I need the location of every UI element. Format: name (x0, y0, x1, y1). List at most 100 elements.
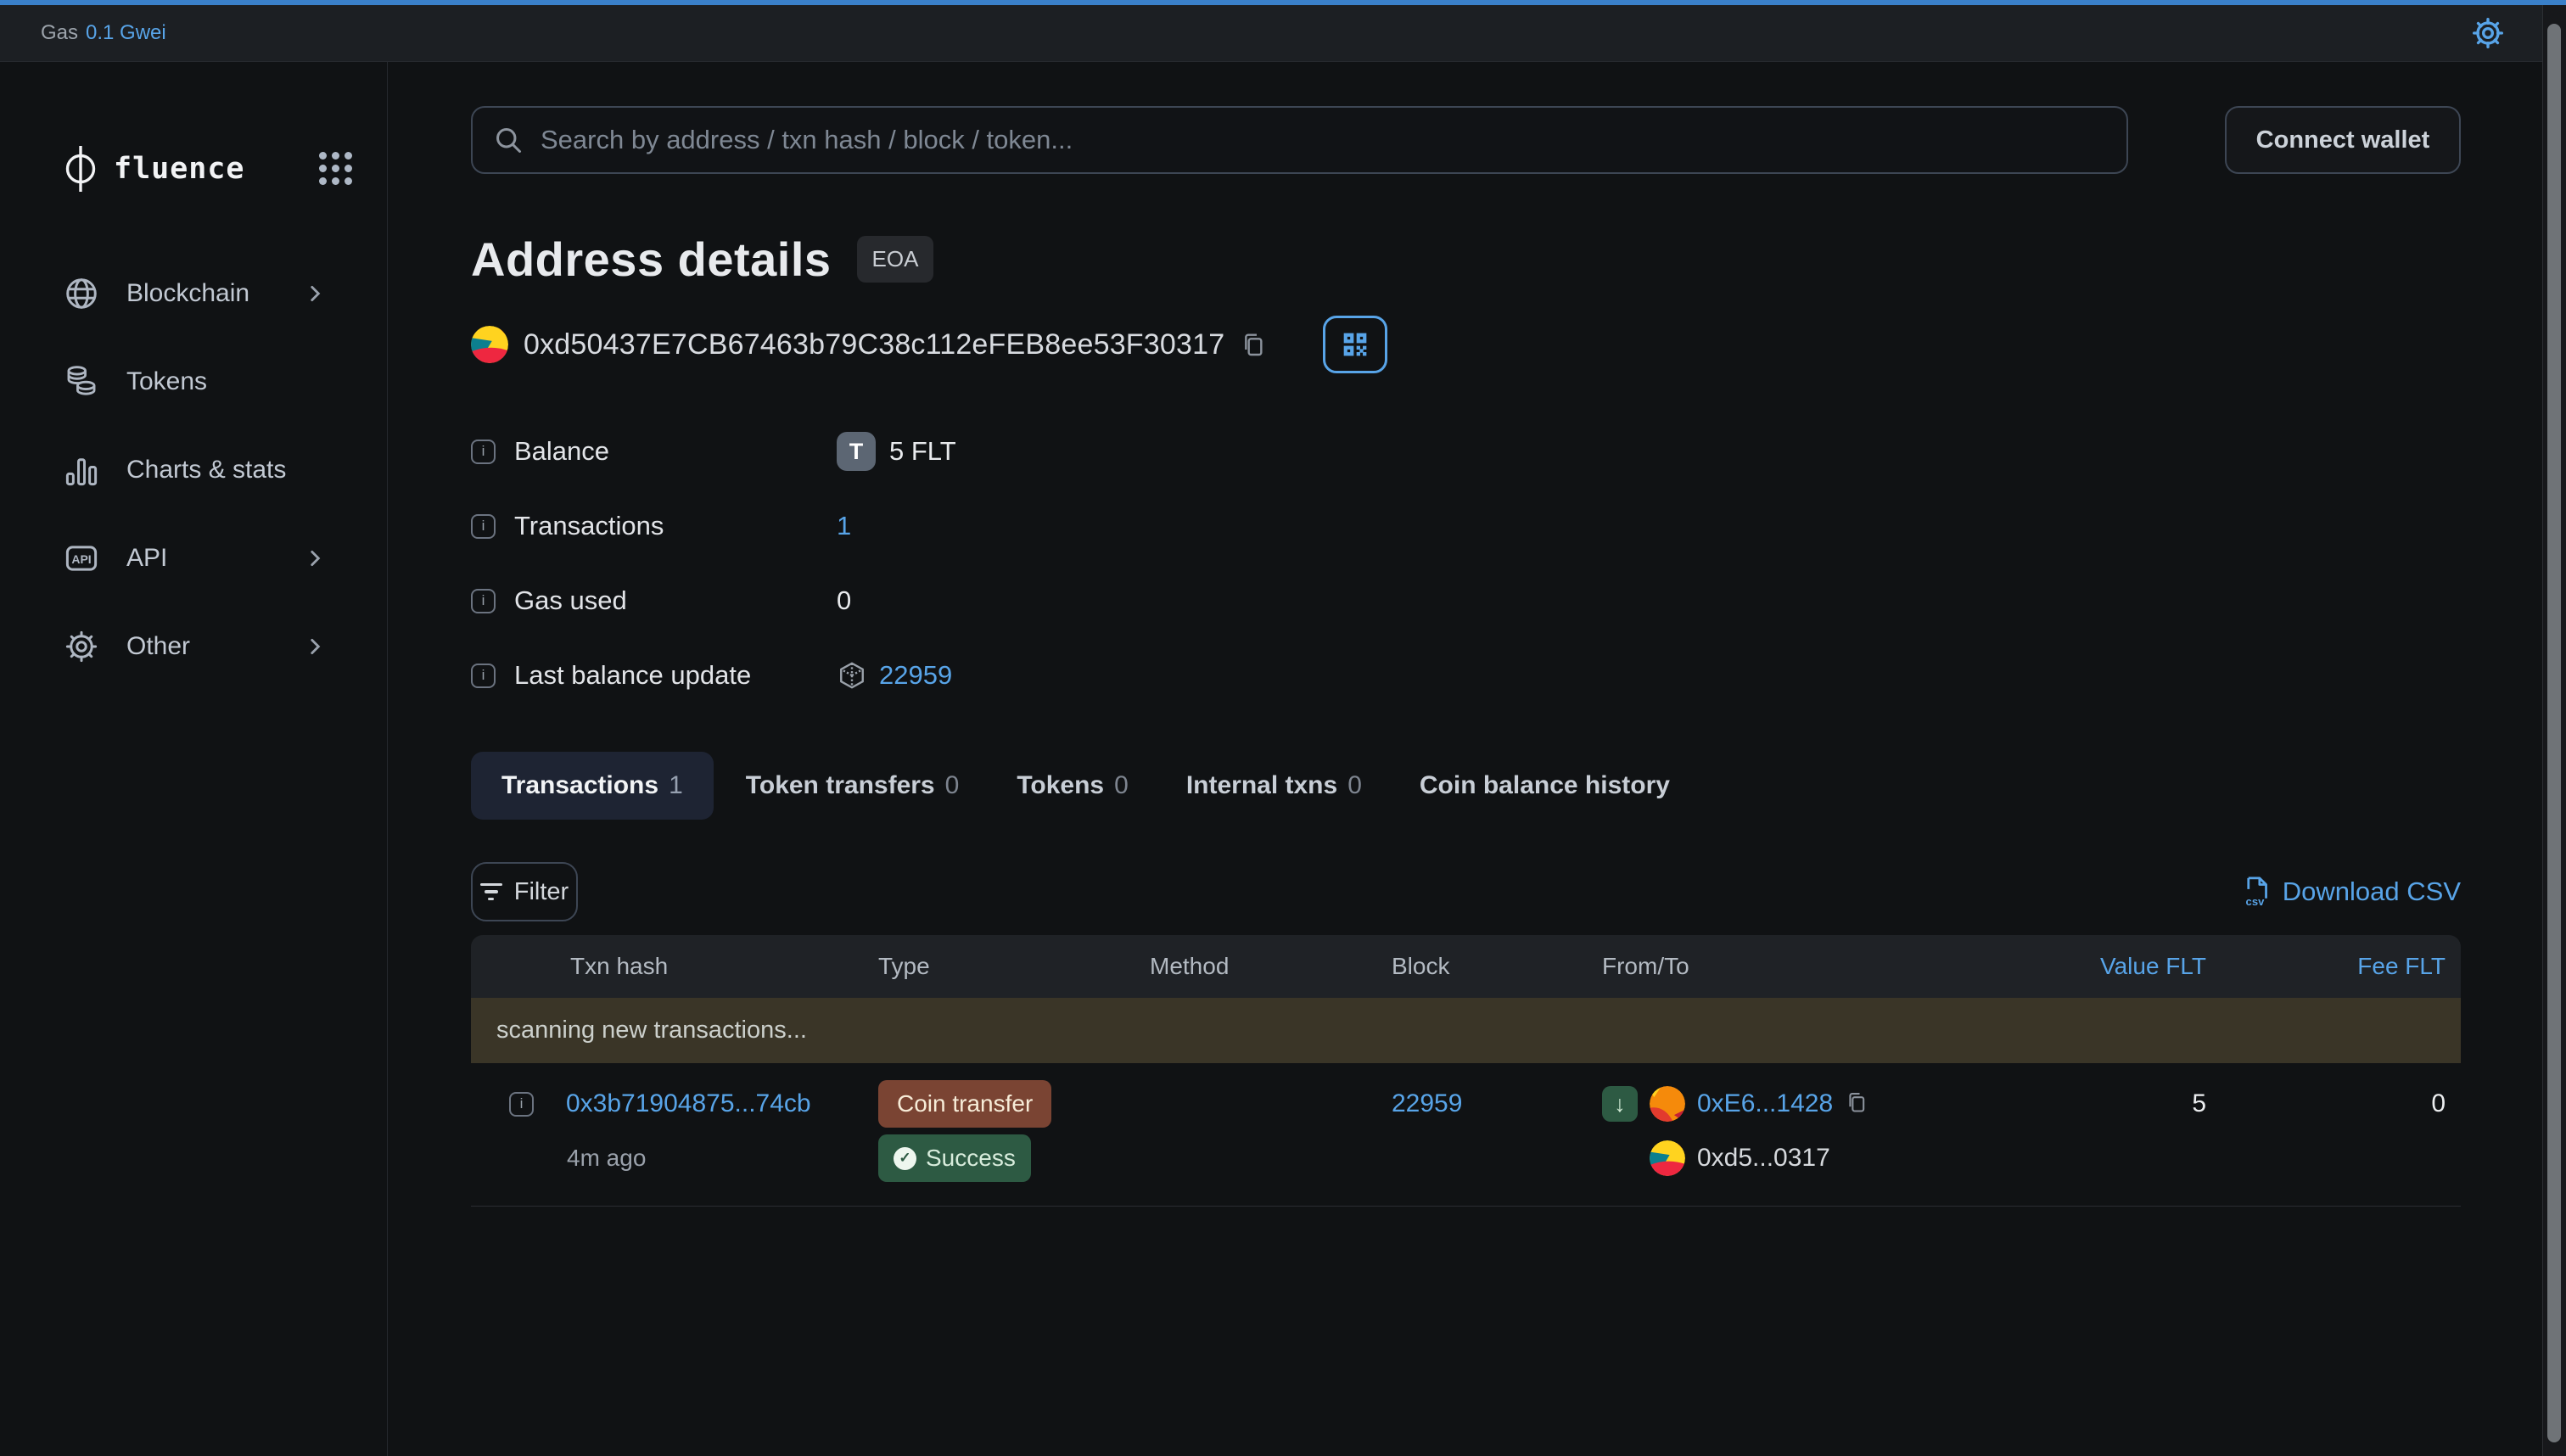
settings-gear-icon[interactable] (2471, 16, 2505, 50)
from-avatar (1650, 1086, 1685, 1122)
col-header-fee[interactable]: Fee FLT (2206, 953, 2461, 980)
tab-count: 1 (669, 771, 683, 800)
balance-value: 5 FLT (889, 436, 956, 467)
tx-status-badge: Success (878, 1134, 1031, 1182)
block-link[interactable]: 22959 (1392, 1089, 1462, 1117)
col-header-type: Type (878, 953, 1150, 980)
sidebar-item-tokens[interactable]: Tokens (0, 356, 387, 407)
sidebar-item-other[interactable]: Other (0, 621, 387, 672)
chevron-right-icon (304, 636, 326, 658)
to-address[interactable]: 0xd5...0317 (1697, 1144, 1830, 1173)
scrollbar-thumb[interactable] (2547, 24, 2561, 1442)
top-loading-bar (0, 0, 2566, 5)
gas-label: Gas (41, 21, 78, 45)
info-hint-icon[interactable] (471, 514, 496, 539)
block-cube-icon (837, 660, 867, 691)
page-scrollbar[interactable] (2542, 0, 2566, 1456)
gas-used-value: 0 (837, 585, 851, 616)
connect-wallet-button[interactable]: Connect wallet (2225, 106, 2461, 174)
tab-count: 0 (1114, 771, 1129, 800)
sidebar-item-blockchain[interactable]: Blockchain (0, 268, 387, 319)
gas-used-label: Gas used (514, 585, 837, 616)
gas-value: 0.1 Gwei (86, 21, 166, 45)
qr-code-button[interactable] (1323, 316, 1387, 373)
token-logo: T (837, 432, 876, 471)
transactions-table: Txn hash Type Method Block From/To Value… (471, 935, 2461, 1207)
col-header-value[interactable]: Value FLT (1986, 953, 2206, 980)
from-address-link[interactable]: 0xE6...1428 (1697, 1089, 1833, 1118)
sidebar: fluence Blockchain (0, 62, 388, 1456)
tab-count: 0 (945, 771, 960, 800)
info-hint-icon[interactable] (471, 589, 496, 613)
gas-tracker[interactable]: Gas 0.1 Gwei (41, 21, 166, 45)
col-header-block: Block (1392, 953, 1602, 980)
in-direction-icon (1602, 1086, 1638, 1122)
info-hint-icon[interactable] (471, 664, 496, 688)
tab-coin-balance-history[interactable]: Coin balance history (1394, 752, 1695, 820)
sidebar-item-label: Other (126, 632, 190, 661)
transactions-row: Transactions 1 (471, 489, 2461, 563)
sidebar-item-label: API (126, 544, 167, 573)
table-header: Txn hash Type Method Block From/To Value… (471, 935, 2461, 998)
download-csv-link[interactable]: csv Download CSV (2240, 875, 2461, 909)
svg-text:csv: csv (2245, 895, 2265, 908)
address-hash[interactable]: 0xd50437E7CB67463b79C38c112eFEB8ee53F303… (524, 328, 1224, 361)
col-header-from-to: From/To (1602, 953, 1986, 980)
search-input[interactable] (541, 125, 2106, 155)
balance-label: Balance (514, 436, 837, 467)
chevron-right-icon (304, 547, 326, 569)
api-icon: API (64, 540, 99, 576)
search-icon (493, 125, 524, 155)
chevron-right-icon (304, 283, 326, 305)
tx-info-hint-icon[interactable] (509, 1092, 534, 1117)
tx-age: 4m ago (471, 1145, 878, 1172)
filter-button[interactable]: Filter (471, 862, 578, 921)
sidebar-item-api[interactable]: API API (0, 533, 387, 584)
transactions-label: Transactions (514, 511, 837, 541)
tab-token-transfers[interactable]: Token transfers 0 (720, 752, 985, 820)
last-balance-update-label: Last balance update (514, 660, 837, 691)
tab-internal-txns[interactable]: Internal txns 0 (1161, 752, 1387, 820)
gas-used-row: Gas used 0 (471, 563, 2461, 638)
tx-value: 5 (1986, 1089, 2206, 1118)
to-avatar (1650, 1140, 1685, 1176)
fluence-logo-icon[interactable] (61, 144, 100, 193)
bar-chart-icon (64, 452, 99, 488)
col-header-txn-hash: Txn hash (471, 953, 878, 980)
transactions-count-link[interactable]: 1 (837, 511, 851, 541)
sidebar-item-label: Tokens (126, 367, 207, 396)
sidebar-item-charts-stats[interactable]: Charts & stats (0, 445, 387, 496)
address-avatar (471, 326, 508, 363)
copy-address-icon[interactable] (1240, 328, 1269, 361)
address-type-badge: EOA (857, 236, 934, 283)
topbar: Gas 0.1 Gwei (0, 0, 2542, 62)
apps-grid-icon[interactable] (319, 152, 353, 186)
txn-hash-link[interactable]: 0x3b71904875...74cb (566, 1089, 811, 1118)
table-row: 0x3b71904875...74cb Coin transfer 22959 (471, 1063, 2461, 1207)
search-bar[interactable] (471, 106, 2128, 174)
scanning-banner: scanning new transactions... (471, 998, 2461, 1063)
col-header-method: Method (1150, 953, 1392, 980)
sidebar-item-label: Charts & stats (126, 456, 286, 484)
coins-icon (64, 364, 99, 400)
sidebar-item-label: Blockchain (126, 279, 249, 308)
svg-text:API: API (71, 552, 91, 566)
gear-icon (64, 629, 99, 664)
balance-row: Balance T 5 FLT (471, 414, 2461, 489)
page-title: Address details (471, 232, 832, 287)
filter-icon (480, 883, 502, 901)
last-balance-update-row: Last balance update 22959 (471, 638, 2461, 713)
tab-tokens[interactable]: Tokens 0 (991, 752, 1154, 820)
csv-file-icon: csv (2240, 875, 2272, 909)
tab-bar: Transactions 1 Token transfers 0 Tokens … (471, 752, 2461, 820)
tx-fee: 0 (2206, 1089, 2461, 1118)
brand-name[interactable]: fluence (114, 152, 245, 186)
check-circle-icon (894, 1147, 916, 1170)
tab-transactions[interactable]: Transactions 1 (471, 752, 714, 820)
tab-count: 0 (1347, 771, 1362, 800)
last-balance-block-link[interactable]: 22959 (879, 660, 952, 691)
copy-from-address-icon[interactable] (1845, 1090, 1868, 1117)
tx-type-badge: Coin transfer (878, 1080, 1051, 1128)
info-hint-icon[interactable] (471, 440, 496, 464)
globe-icon (64, 276, 99, 311)
